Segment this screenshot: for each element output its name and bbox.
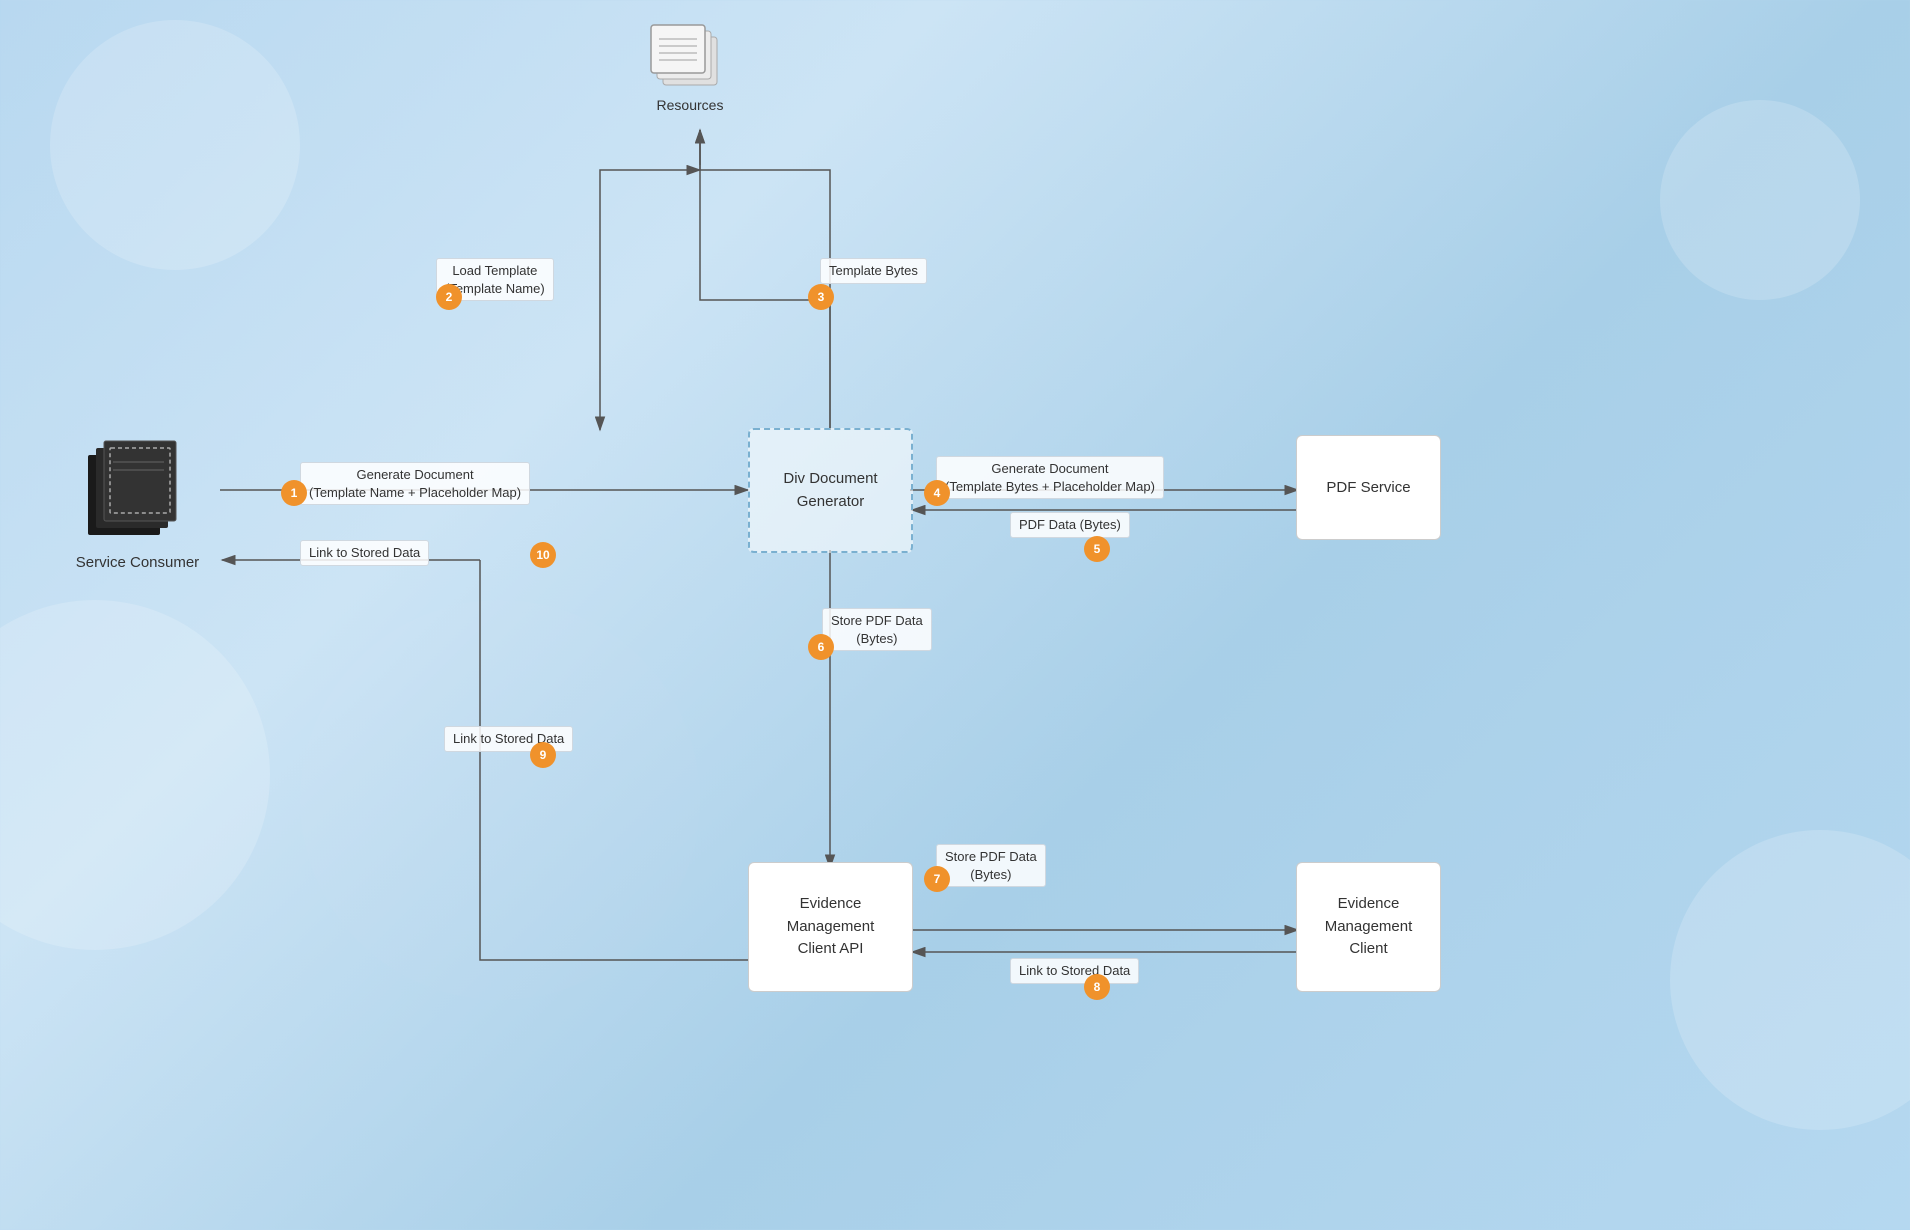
arrow-label-4: Generate Document(Template Bytes + Place… <box>936 456 1164 499</box>
evidence-mgmt-client-label: EvidenceManagementClient <box>1325 893 1413 961</box>
arrow-label-4-text: Generate Document(Template Bytes + Place… <box>945 461 1155 494</box>
pdf-service-label: PDF Service <box>1326 477 1410 498</box>
evidence-mgmt-client-box: EvidenceManagementClient <box>1296 862 1441 992</box>
arrow-label-3-text: Template Bytes <box>829 263 918 278</box>
arrow-label-5-text: PDF Data (Bytes) <box>1019 517 1121 532</box>
div-doc-generator-box: Div DocumentGenerator <box>748 428 913 553</box>
badge-1: 1 <box>281 480 307 506</box>
evidence-mgmt-api-box: EvidenceManagementClient API <box>748 862 913 992</box>
resources-node: Resources <box>645 15 735 113</box>
badge-4: 4 <box>924 480 950 506</box>
service-consumer-label: Service Consumer <box>76 554 199 571</box>
arrow-label-6: Store PDF Data(Bytes) <box>822 608 932 651</box>
badge-6: 6 <box>808 634 834 660</box>
evidence-mgmt-api-label: EvidenceManagementClient API <box>787 893 875 961</box>
arrow-label-8-text: Link to Stored Data <box>1019 963 1130 978</box>
arrow-label-7-text: Store PDF Data(Bytes) <box>945 849 1037 882</box>
arrow-label-8: Link to Stored Data <box>1010 958 1139 984</box>
resources-label: Resources <box>657 97 724 113</box>
badge-10: 10 <box>530 542 556 568</box>
arrow-label-6-text: Store PDF Data(Bytes) <box>831 613 923 646</box>
service-consumer-node: Service Consumer <box>55 440 220 571</box>
arrow-label-3: Template Bytes <box>820 258 927 284</box>
div-doc-generator-label: Div DocumentGenerator <box>783 468 877 513</box>
arrow-label-1: Generate Document(Template Name + Placeh… <box>300 462 530 505</box>
badge-9: 9 <box>530 742 556 768</box>
badge-2: 2 <box>436 284 462 310</box>
pdf-service-box: PDF Service <box>1296 435 1441 540</box>
arrow-label-7: Store PDF Data(Bytes) <box>936 844 1046 887</box>
badge-7: 7 <box>924 866 950 892</box>
badge-5: 5 <box>1084 536 1110 562</box>
badge-8: 8 <box>1084 974 1110 1000</box>
badge-3: 3 <box>808 284 834 310</box>
arrow-label-1-text: Generate Document(Template Name + Placeh… <box>309 467 521 500</box>
arrow-label-5: PDF Data (Bytes) <box>1010 512 1130 538</box>
arrow-label-10-text: Link to Stored Data <box>309 545 420 560</box>
arrow-label-10: Link to Stored Data <box>300 540 429 566</box>
